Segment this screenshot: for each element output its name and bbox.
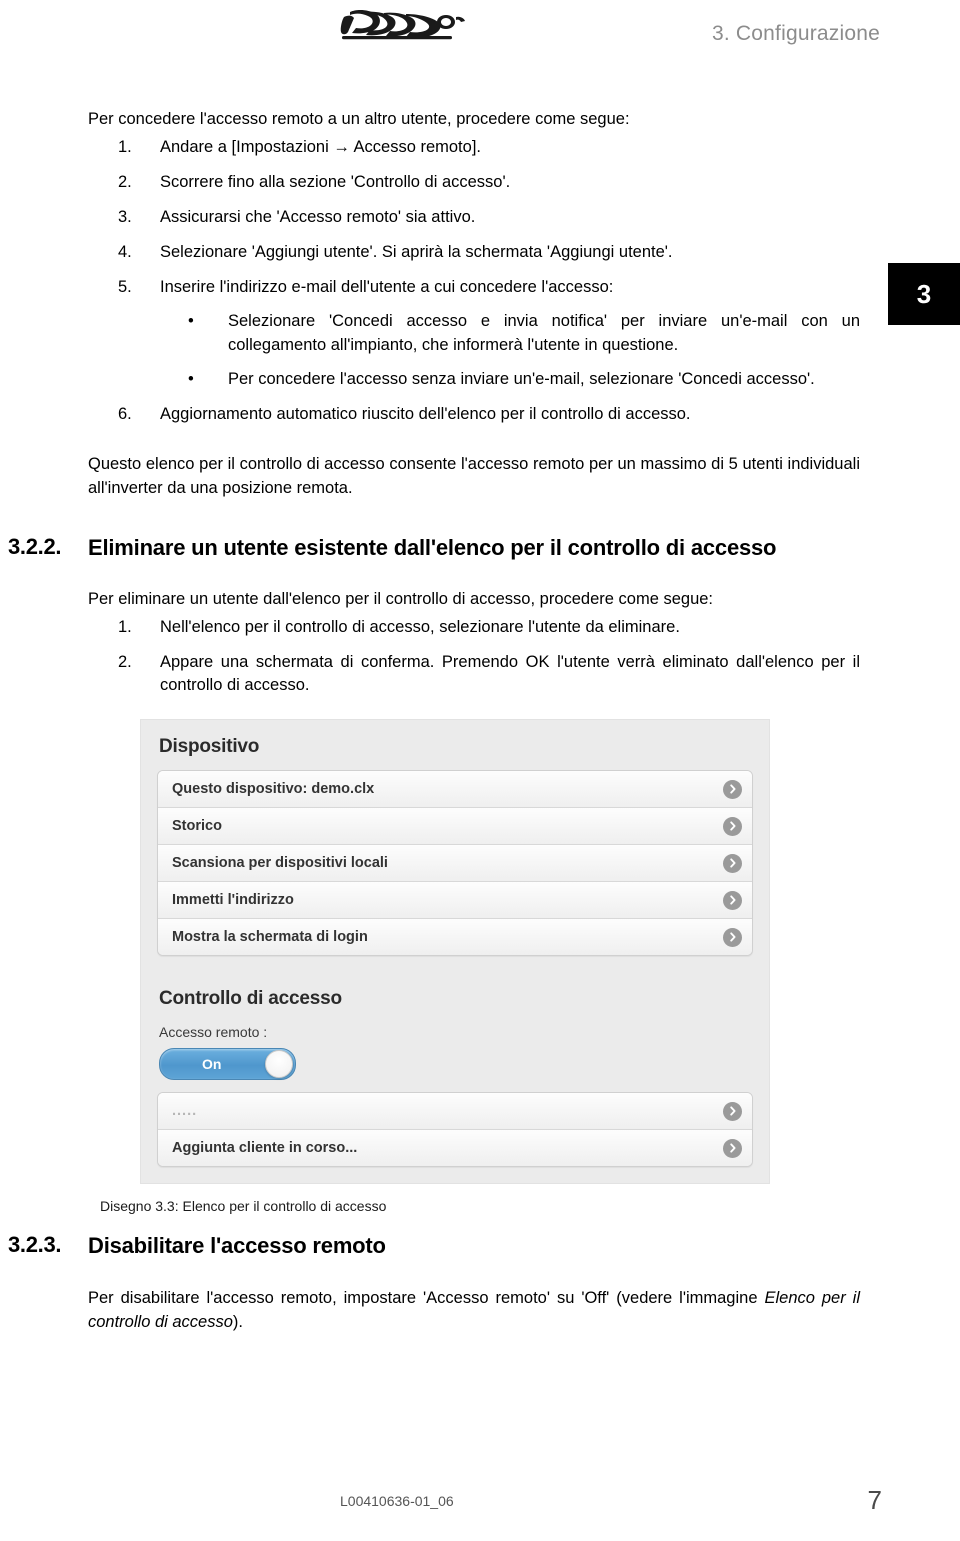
device-row-scan-local[interactable]: Scansiona per dispositivi locali: [158, 845, 752, 882]
page-header: 3. Configurazione: [0, 0, 960, 78]
step-5-bullet-list: • Selezionare 'Concedi accesso e invia n…: [160, 309, 860, 391]
step-number: 1.: [118, 138, 132, 156]
paragraph-prefix: Per disabilitare l'accesso remoto, impos…: [88, 1289, 765, 1307]
remote-access-label: Accesso remoto :: [159, 1024, 268, 1040]
section-number: 3.2.2.: [8, 534, 62, 559]
access-row-placeholder[interactable]: .....: [158, 1093, 752, 1130]
step-text: Andare a [Impostazioni → Accesso remoto]…: [160, 138, 481, 156]
step-number: 3.: [118, 208, 132, 226]
chevron-right-icon[interactable]: [723, 890, 742, 910]
step-item-1: 1. Andare a [Impostazioni → Accesso remo…: [0, 136, 960, 159]
bullet-item-1: • Selezionare 'Concedi accesso e invia n…: [160, 309, 860, 357]
chapter-header-title: 3. Configurazione: [711, 22, 880, 45]
device-row-enter-address[interactable]: Immetti l'indirizzo: [158, 882, 752, 919]
row-label: Questo dispositivo: demo.clx: [172, 781, 375, 797]
device-section-title: Dispositivo: [159, 736, 260, 757]
step-text: Assicurarsi che 'Accesso remoto' sia att…: [160, 208, 476, 226]
page-number: 7: [867, 1485, 882, 1515]
device-figure: Dispositivo Questo dispositivo: demo.clx…: [0, 719, 960, 1184]
document-code: L00410636-01_06: [340, 1493, 454, 1509]
step-item-4: 4. Selezionare 'Aggiungi utente'. Si apr…: [0, 241, 960, 264]
device-list-group: Questo dispositivo: demo.clx Storico Sca…: [157, 770, 753, 956]
bullet-marker: •: [188, 312, 194, 330]
disable-remote-access-paragraph: Per disabilitare l'accesso remoto, impos…: [0, 1286, 960, 1334]
step-item-5: 5. Inserire l'indirizzo e-mail dell'uten…: [0, 276, 960, 391]
device-panel: Dispositivo Questo dispositivo: demo.clx…: [140, 719, 770, 1184]
device-row-storico[interactable]: Storico: [158, 808, 752, 845]
step-text: Appare una schermata di conferma. Premen…: [160, 653, 860, 694]
row-label: Aggiunta cliente in corso...: [172, 1140, 358, 1156]
step-number: 5.: [118, 278, 132, 296]
step-number: 2.: [118, 173, 132, 191]
page-footer: L00410636-01_06 7: [0, 1485, 960, 1519]
danfoss-logo: [338, 6, 470, 48]
bullet-marker: •: [188, 370, 194, 388]
step-item-2: 2. Scorrere fino alla sezione 'Controllo…: [0, 171, 960, 194]
chevron-right-icon[interactable]: [723, 779, 742, 799]
bullet-text: Per concedere l'accesso senza inviare un…: [228, 370, 815, 388]
bullet-text: Selezionare 'Concedi accesso e invia not…: [228, 312, 860, 354]
delete-step-item-2: 2. Appare una schermata di conferma. Pre…: [0, 651, 960, 697]
delete-step-item-1: 1. Nell'elenco per il controllo di acces…: [0, 616, 960, 639]
access-list-limit-paragraph: Questo elenco per il controllo di access…: [88, 455, 860, 497]
step-item-3: 3. Assicurarsi che 'Accesso remoto' sia …: [0, 206, 960, 229]
step-text: Aggiornamento automatico riuscito dell'e…: [160, 405, 691, 423]
document-content: Per concedere l'accesso remoto a un altr…: [0, 108, 960, 1334]
step-number: 1.: [118, 618, 132, 636]
step-number: 4.: [118, 243, 132, 261]
grant-access-steps-list: 1. Andare a [Impostazioni → Accesso remo…: [0, 136, 960, 426]
intro-lead-text: Per concedere l'accesso remoto a un altr…: [88, 110, 630, 128]
chevron-right-icon[interactable]: [723, 1101, 742, 1121]
section-number: 3.2.3.: [8, 1232, 62, 1257]
bullet-item-2: • Per concedere l'accesso senza inviare …: [160, 367, 860, 391]
step-item-6: 6. Aggiornamento automatico riuscito del…: [0, 403, 960, 426]
remote-access-toggle-wrap: On: [141, 1048, 769, 1092]
section-title: Disabilitare l'accesso remoto: [88, 1233, 386, 1258]
step-text: Selezionare 'Aggiungi utente'. Si aprirà…: [160, 243, 673, 261]
row-label: Scansiona per dispositivi locali: [172, 855, 388, 871]
section-heading-3-2-3: 3.2.3. Disabilitare l'accesso remoto: [0, 1232, 960, 1260]
toggle-knob[interactable]: [265, 1050, 293, 1078]
chevron-right-icon[interactable]: [723, 853, 742, 873]
device-row-show-login[interactable]: Mostra la schermata di login: [158, 919, 752, 955]
step-number: 6.: [118, 405, 132, 423]
row-label: .....: [172, 1103, 198, 1119]
access-list-group: ..... Aggiunta cliente in corso...: [157, 1092, 753, 1167]
step-text: Scorrere fino alla sezione 'Controllo di…: [160, 173, 511, 191]
figure-caption: Disegno 3.3: Elenco per il controllo di …: [100, 1198, 387, 1214]
device-row-this-device[interactable]: Questo dispositivo: demo.clx: [158, 771, 752, 808]
chevron-right-icon[interactable]: [723, 1138, 742, 1158]
delete-user-steps-list: 1. Nell'elenco per il controllo di acces…: [0, 616, 960, 697]
section-title: Eliminare un utente esistente dall'elenc…: [88, 535, 777, 560]
chevron-right-icon[interactable]: [723, 927, 742, 947]
remote-access-toggle[interactable]: On: [159, 1048, 296, 1080]
row-label: Storico: [172, 818, 222, 834]
step-text: Nell'elenco per il controllo di accesso,…: [160, 618, 680, 636]
access-row-adding-client[interactable]: Aggiunta cliente in corso...: [158, 1130, 752, 1166]
row-label: Mostra la schermata di login: [172, 929, 368, 945]
step-text: Inserire l'indirizzo e-mail dell'utente …: [160, 278, 614, 296]
access-control-section-title: Controllo di accesso: [159, 988, 342, 1009]
delete-user-lead-text: Per eliminare un utente dall'elenco per …: [88, 590, 714, 608]
paragraph-suffix: ).: [232, 1313, 244, 1331]
toggle-state-label: On: [202, 1056, 222, 1072]
chevron-right-icon[interactable]: [723, 816, 742, 836]
section-heading-3-2-2: 3.2.2. Eliminare un utente esistente dal…: [0, 534, 960, 562]
step-number: 2.: [118, 653, 132, 671]
row-label: Immetti l'indirizzo: [172, 892, 294, 908]
